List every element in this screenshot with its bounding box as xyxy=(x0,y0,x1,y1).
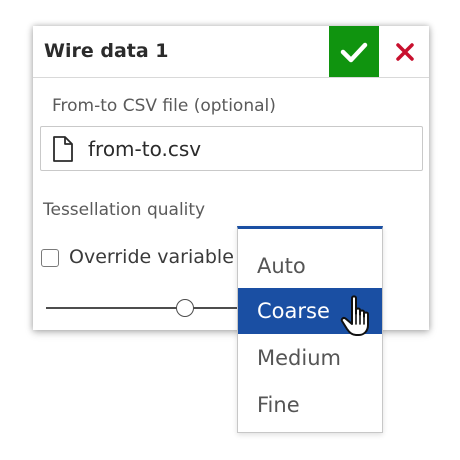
check-icon xyxy=(340,42,368,62)
dialog-title: Wire data 1 xyxy=(44,40,169,62)
quality-slider-thumb[interactable] xyxy=(176,299,194,317)
quality-slider-track[interactable] xyxy=(46,307,238,309)
override-checkbox[interactable] xyxy=(41,249,59,267)
dropdown-option-auto[interactable]: Auto xyxy=(238,243,382,289)
csv-file-field[interactable]: from-to.csv xyxy=(40,126,423,171)
accept-button[interactable] xyxy=(329,26,379,77)
tessellation-quality-label: Tessellation quality xyxy=(43,200,206,220)
page: Wire data 1 From-to CSV file (optional) … xyxy=(0,0,460,460)
dialog-header: Wire data 1 xyxy=(33,26,429,78)
cancel-button[interactable] xyxy=(387,26,423,77)
hand-pointer-icon xyxy=(340,295,369,336)
csv-file-label: From-to CSV file (optional) xyxy=(52,96,276,116)
csv-file-name: from-to.csv xyxy=(88,137,202,161)
dropdown-option-fine[interactable]: Fine xyxy=(238,382,382,428)
close-icon xyxy=(396,42,414,61)
dropdown-option-medium[interactable]: Medium xyxy=(238,335,382,381)
override-variable-label: Override variable xyxy=(69,246,234,268)
file-icon xyxy=(53,136,73,162)
